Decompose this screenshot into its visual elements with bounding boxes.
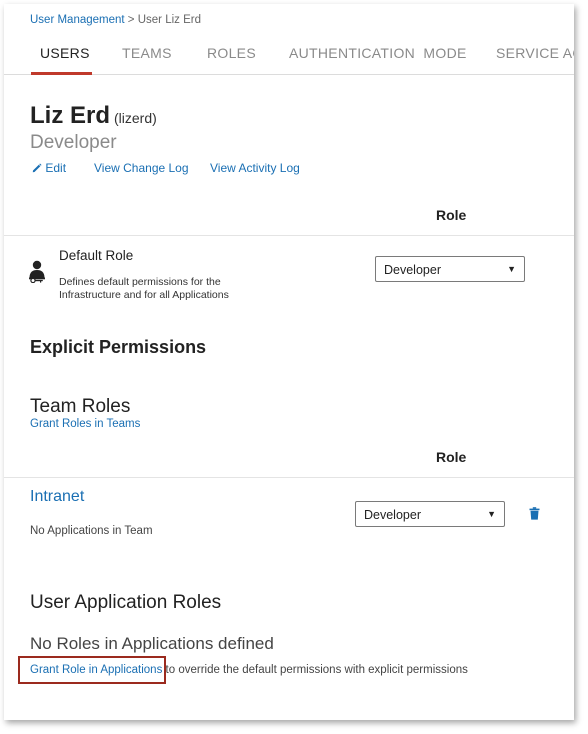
user-login: (lizerd) bbox=[114, 110, 157, 126]
breadcrumb-separator: > bbox=[124, 14, 138, 26]
user-role: Developer bbox=[30, 132, 117, 153]
page-title: Liz Erd (lizerd) bbox=[30, 102, 157, 130]
edit-link[interactable]: Edit bbox=[32, 161, 66, 176]
user-detail-panel: User Management > User Liz Erd USERS TEA… bbox=[4, 4, 574, 720]
default-role-title: Default Role bbox=[59, 248, 134, 263]
caret-down-icon: ▼ bbox=[507, 264, 516, 274]
user-key-icon bbox=[28, 259, 48, 288]
caret-down-icon: ▼ bbox=[487, 509, 496, 519]
grant-roles-in-teams-link[interactable]: Grant Roles in Teams bbox=[30, 418, 140, 430]
pencil-icon bbox=[32, 162, 42, 176]
edit-label: Edit bbox=[45, 161, 67, 175]
view-change-log-link[interactable]: View Change Log bbox=[94, 161, 189, 175]
breadcrumb: User Management > User Liz Erd bbox=[30, 14, 201, 26]
tab-bar: USERS TEAMS ROLES AUTHENTICATION MODE SE… bbox=[4, 44, 574, 75]
tab-authentication-mode[interactable]: AUTHENTICATION MODE bbox=[289, 45, 467, 61]
default-role-select-value: Developer bbox=[384, 263, 441, 277]
no-roles-message: No Roles in Applications defined bbox=[30, 634, 274, 653]
tab-roles[interactable]: ROLES bbox=[207, 45, 256, 61]
divider bbox=[4, 477, 574, 478]
team-role-select-value: Developer bbox=[364, 508, 421, 522]
divider bbox=[4, 235, 574, 236]
tab-users[interactable]: USERS bbox=[40, 45, 90, 61]
user-application-roles-title: User Application Roles bbox=[30, 592, 222, 613]
tab-teams[interactable]: TEAMS bbox=[122, 45, 172, 61]
team-link-intranet[interactable]: Intranet bbox=[30, 488, 84, 506]
team-role-select[interactable]: Developer ▼ bbox=[355, 501, 505, 527]
highlight-box bbox=[18, 656, 166, 684]
explicit-permissions-title: Explicit Permissions bbox=[30, 337, 207, 357]
grant-role-suffix: to override the default permissions with… bbox=[165, 664, 468, 676]
trash-icon[interactable] bbox=[529, 507, 540, 525]
team-roles-title: Team Roles bbox=[30, 396, 131, 417]
breadcrumb-user-management[interactable]: User Management bbox=[30, 14, 125, 26]
active-tab-indicator bbox=[31, 72, 92, 75]
default-role-column-header: Role bbox=[436, 207, 467, 223]
team-apps-note: No Applications in Team bbox=[30, 525, 153, 537]
default-role-description-line1: Defines default permissions for the bbox=[59, 276, 221, 288]
user-name: Liz Erd bbox=[30, 102, 111, 129]
tab-service-accounts[interactable]: SERVICE ACC bbox=[496, 45, 574, 61]
breadcrumb-current: User Liz Erd bbox=[137, 14, 201, 26]
team-roles-column-header: Role bbox=[436, 449, 467, 465]
default-role-select[interactable]: Developer ▼ bbox=[375, 256, 525, 282]
view-activity-log-link[interactable]: View Activity Log bbox=[210, 161, 300, 175]
default-role-description-line2: Infrastructure and for all Applications bbox=[59, 289, 229, 301]
